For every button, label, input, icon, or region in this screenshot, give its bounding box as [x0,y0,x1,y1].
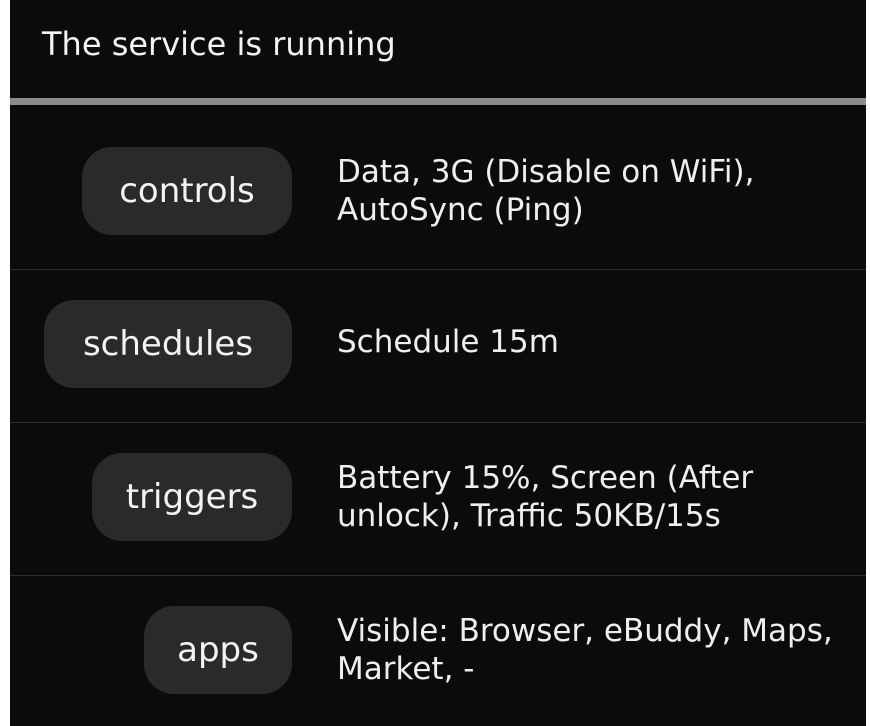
controls-button[interactable]: controls [82,147,292,235]
settings-row-triggers: triggers Battery 15%, Screen (After unlo… [10,423,866,573]
settings-row-schedules: schedules Schedule 15m [10,270,866,420]
status-header: The service is running [10,0,866,96]
schedules-button[interactable]: schedules [44,300,292,388]
apps-button[interactable]: apps [144,606,292,694]
service-status-text: The service is running [42,25,396,63]
controls-summary: Data, 3G (Disable on WiFi), AutoSync (Pi… [337,154,755,228]
app-screen: The service is running controls Data, 3G… [10,0,866,726]
apps-summary: Visible: Browser, eBuddy, Maps, Market, … [337,613,833,687]
settings-row-apps: apps Visible: Browser, eBuddy, Maps, Mar… [10,576,866,726]
schedules-summary: Schedule 15m [337,324,559,360]
triggers-button[interactable]: triggers [92,453,292,541]
settings-row-controls: controls Data, 3G (Disable on WiFi), Aut… [10,117,866,267]
triggers-summary: Battery 15%, Screen (After unlock), Traf… [337,460,754,534]
header-divider [10,98,866,105]
